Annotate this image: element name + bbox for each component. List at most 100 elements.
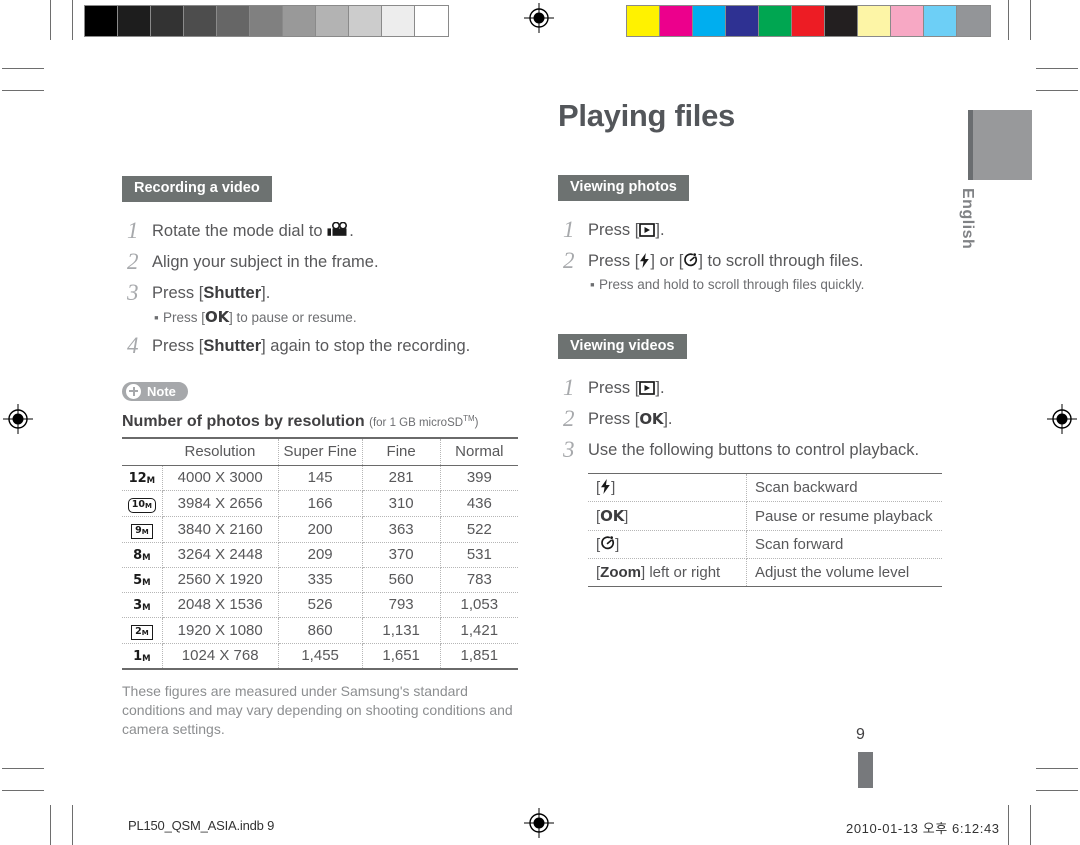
fine-value: 370: [362, 542, 441, 568]
flash-icon: [639, 252, 650, 268]
table-header-resolution: Resolution: [162, 436, 279, 466]
control-key-cell: [ ]: [588, 473, 747, 502]
caption-sub-close: ): [474, 416, 479, 429]
fine-value: 1,131: [362, 617, 441, 644]
page-number-bar: [858, 752, 873, 788]
step-number: 2: [563, 406, 575, 431]
table-row: [Zoom] left or right Adjust the volume l…: [588, 558, 942, 587]
control-description: Pause or resume playback: [746, 501, 942, 531]
subnote-text-after: ] to pause or resume.: [229, 309, 357, 325]
step-text: Use the following buttons to control pla…: [588, 441, 920, 459]
table-row: 5M 2560 X 1920 335 560 783: [122, 567, 518, 593]
super-fine-value: 860: [278, 617, 363, 644]
control-key-cell: [Zoom] left or right: [588, 558, 747, 587]
step-text-before: Press [: [588, 379, 640, 397]
resolution-badge-1m: 1M: [133, 648, 151, 664]
step-text: Press [ ].: [588, 217, 950, 243]
control-key-cell: [ ]: [588, 530, 747, 559]
playback-icon: [639, 381, 656, 395]
table-row: [OK] Pause or resume playback: [588, 501, 942, 531]
step-text-after: ].: [663, 410, 673, 428]
resolution-badge-cell: 10M: [122, 490, 163, 517]
subnote-text-before: Press [: [163, 309, 206, 325]
zoom-key-label: Zoom: [600, 564, 641, 581]
resolution-badge-cell: 12M: [122, 465, 163, 491]
normal-value: 783: [440, 567, 518, 593]
super-fine-value: 166: [278, 490, 363, 517]
table-row: 12M 4000 X 3000 145 281 399: [122, 465, 518, 491]
normal-value: 1,851: [440, 643, 518, 670]
table-row: 9M 3840 X 2160 200 363 522: [122, 516, 518, 543]
resolution-value: 3264 X 2448: [162, 542, 279, 568]
table-header-fine: Fine: [362, 436, 441, 466]
step-number: 1: [127, 217, 139, 243]
fine-value: 1,651: [362, 643, 441, 670]
step-item: 3 Use the following buttons to control p…: [558, 437, 950, 463]
resolution-badge-cell: 8M: [122, 542, 163, 568]
table-header: Resolution Super Fine Fine Normal: [122, 436, 518, 466]
footer-timestamp: 2010-01-13 오후 6:12:43: [846, 821, 1000, 836]
timer-icon: [683, 252, 698, 268]
step-text: Press [ ] or [ ] to scroll through files…: [588, 248, 950, 274]
playback-controls-body: [ ] Scan backward [OK] Pause or resume p…: [588, 473, 942, 587]
page-title: Playing files: [558, 98, 735, 133]
table-caption: Number of photos by resolution (for 1 GB…: [122, 413, 522, 431]
step-key-label: Shutter: [203, 283, 262, 302]
resolution-badge-cell: 2M: [122, 617, 163, 644]
section-heading-viewing-videos: Viewing videos: [558, 333, 687, 359]
step-text-after: ].: [261, 283, 271, 302]
step-text-mid: ] or [: [650, 251, 684, 270]
super-fine-value: 200: [278, 516, 363, 543]
normal-value: 1,053: [440, 592, 518, 618]
table-caption-main: Number of photos by resolution: [122, 412, 365, 430]
timer-icon: [600, 536, 615, 551]
fine-value: 281: [362, 465, 441, 491]
super-fine-value: 1,455: [278, 643, 363, 670]
resolution-badge-cell: 9M: [122, 516, 163, 543]
super-fine-value: 209: [278, 542, 363, 568]
viewing-photos-steps-list: 1 Press [ ]. 2 Press [ ] or [] to scrol…: [558, 217, 950, 295]
super-fine-value: 145: [278, 465, 363, 491]
step-item: 2 Press [ ] or [ ] to scroll through fil…: [558, 248, 950, 295]
table-header-badge-cell: [122, 436, 163, 466]
control-key-cell: [OK]: [588, 501, 747, 531]
step-number: 1: [563, 216, 575, 242]
control-description: Scan forward: [746, 530, 942, 559]
bullet-icon: ▪: [154, 309, 159, 325]
viewing-videos-steps-list: 1 Press [ ]. 2 Press [OK]. 3 Use the fol…: [558, 375, 950, 463]
step-key-label: Shutter: [203, 336, 262, 355]
resolution-badge-5m: 5M: [133, 572, 151, 588]
step-text: Rotate the mode dial to .: [152, 218, 522, 244]
step-item: 1 Press [ ].: [558, 375, 950, 401]
normal-value: 522: [440, 516, 518, 543]
normal-value: 531: [440, 542, 518, 568]
table-header-normal: Normal: [440, 436, 518, 466]
resolution-badge-12m: 12M: [128, 470, 156, 486]
resolution-badge-cell: 3M: [122, 592, 163, 618]
step-item: 2 Press [OK].: [558, 406, 950, 432]
resolution-value: 3984 X 2656: [162, 490, 279, 517]
step-number: 3: [563, 437, 575, 462]
resolution-value: 4000 X 3000: [162, 465, 279, 491]
step-number: 4: [127, 332, 139, 358]
table-row: 10M 3984 X 2656 166 310 436: [122, 490, 518, 517]
resolution-table: Resolution Super Fine Fine Normal 12M 40…: [122, 436, 518, 670]
normal-value: 399: [440, 465, 518, 491]
super-fine-value: 526: [278, 592, 363, 618]
note-badge: Note: [122, 381, 188, 401]
resolution-badge-cell: 1M: [122, 643, 163, 670]
step-text-before: Press [: [152, 283, 204, 302]
step-item: 1 Press [ ].: [558, 217, 950, 243]
super-fine-value: 335: [278, 567, 363, 593]
fine-value: 363: [362, 516, 441, 543]
step-item: 1 Rotate the mode dial to .: [122, 218, 522, 244]
control-description: Scan backward: [746, 473, 942, 502]
resolution-value: 1024 X 768: [162, 643, 279, 670]
right-column: Playing files Viewing photos 1 Press [ ]…: [558, 100, 950, 587]
recording-steps-list: 1 Rotate the mode dial to . 2 Align your…: [122, 218, 522, 359]
table-row: 3M 2048 X 1536 526 793 1,053: [122, 592, 518, 618]
table-body: 12M 4000 X 3000 145 281 399 10M 3984 X 2…: [122, 465, 518, 670]
step-number: 2: [563, 247, 575, 273]
table-caption-sub: (for 1 GB microSDTM): [369, 414, 479, 429]
fine-value: 560: [362, 567, 441, 593]
